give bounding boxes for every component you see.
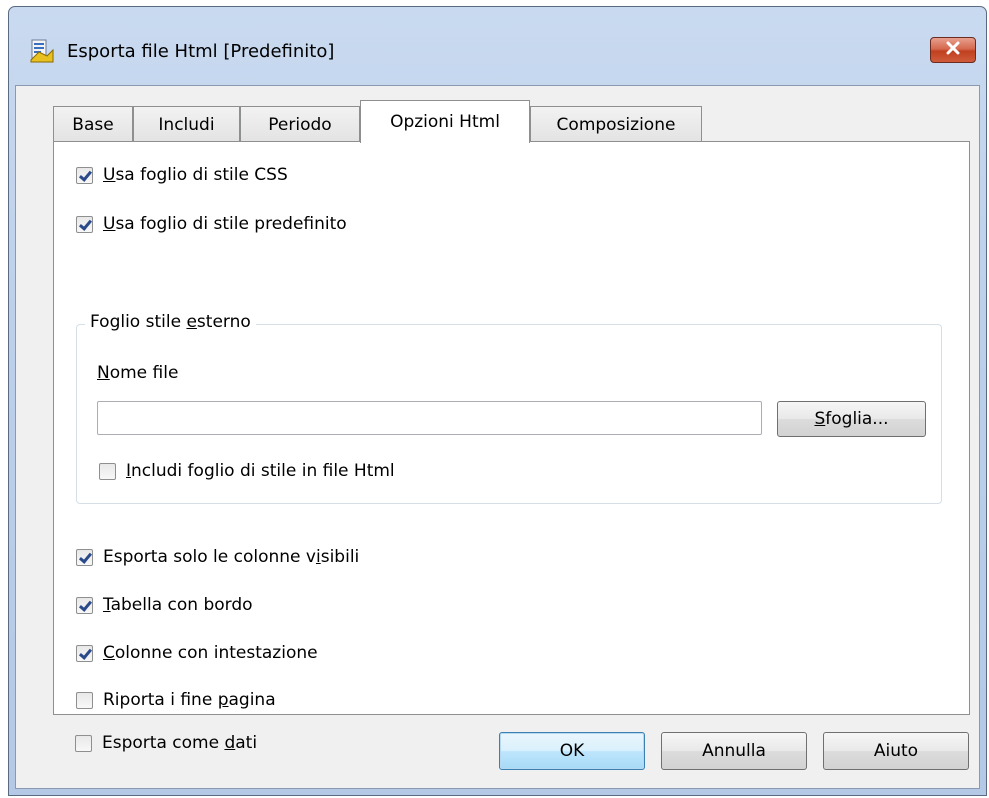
tab-composizione[interactable]: Composizione <box>530 106 702 142</box>
tab-periodo[interactable]: Periodo <box>240 106 360 142</box>
checkbox-box[interactable] <box>76 548 93 566</box>
cancel-button[interactable]: Annulla <box>661 732 807 770</box>
checkbox-box[interactable] <box>76 691 93 709</box>
checkbox-box[interactable] <box>76 644 93 662</box>
checkbox-label: Esporta solo le colonne visibili <box>103 547 360 567</box>
checkbox-box[interactable] <box>76 596 93 614</box>
checkbox-box[interactable] <box>76 166 93 184</box>
button-label: Annulla <box>702 741 766 761</box>
tab-label: Base <box>72 114 114 135</box>
checkbox-box[interactable] <box>76 215 93 233</box>
checkbox-label: Usa foglio di stile predefinito <box>103 214 347 234</box>
checkbox-label: Colonne con intestazione <box>103 643 318 663</box>
column-headers-checkbox[interactable]: Colonne con intestazione <box>76 643 318 663</box>
export-as-data-checkbox[interactable]: Esporta come dati <box>75 733 257 753</box>
tab-opzioni-html[interactable]: Opzioni Html <box>360 100 530 143</box>
tab-label: Composizione <box>556 114 676 135</box>
ok-button[interactable]: OK <box>499 732 645 770</box>
external-stylesheet-group: Foglio stile esterno Nome file Sfoglia..… <box>76 312 942 504</box>
export-html-icon <box>29 38 55 64</box>
checkbox-box[interactable] <box>75 734 92 752</box>
checkbox-label: Usa foglio di stile CSS <box>103 165 288 185</box>
filename-input[interactable] <box>97 401 762 435</box>
tab-label: Opzioni Html <box>390 112 500 132</box>
visible-columns-checkbox[interactable]: Esporta solo le colonne visibili <box>76 547 359 567</box>
title-bar[interactable]: Esporta file Html [Predefinito] <box>9 7 986 83</box>
tab-label: Periodo <box>268 114 332 135</box>
checkbox-label: Esporta come dati <box>102 733 258 753</box>
close-button[interactable] <box>930 37 976 63</box>
tab-label: Includi <box>158 114 215 135</box>
page-breaks-checkbox[interactable]: Riporta i fine pagina <box>76 690 276 710</box>
window-title: Esporta file Html [Predefinito] <box>67 41 335 62</box>
help-button[interactable]: Aiuto <box>823 732 969 770</box>
dialog-window: Esporta file Html [Predefinito] Base Inc… <box>8 6 987 796</box>
use-css-checkbox[interactable]: Usa foglio di stile CSS <box>76 165 288 185</box>
browse-button[interactable]: Sfoglia... <box>777 401 926 437</box>
checkbox-label: Includi foglio di stile in file Html <box>126 461 395 481</box>
button-label: Aiuto <box>873 741 919 761</box>
checkbox-box[interactable] <box>99 462 116 480</box>
filename-label: Nome file <box>97 363 179 383</box>
tab-base[interactable]: Base <box>53 106 133 142</box>
include-stylesheet-checkbox[interactable]: Includi foglio di stile in file Html <box>99 461 395 481</box>
checkbox-label: Riporta i fine pagina <box>103 690 276 710</box>
checkbox-label: Tabella con bordo <box>103 595 253 615</box>
dialog-body: Base Includi Periodo Opzioni Html Compos… <box>15 85 980 789</box>
tab-panel-opzioni-html: Usa foglio di stile CSS Usa foglio di st… <box>53 141 970 715</box>
button-label: Sfoglia... <box>814 409 889 429</box>
close-icon <box>945 40 961 60</box>
use-default-css-checkbox[interactable]: Usa foglio di stile predefinito <box>76 214 347 234</box>
group-legend: Foglio stile esterno <box>85 312 256 332</box>
tab-includi[interactable]: Includi <box>133 106 240 142</box>
button-label: OK <box>559 741 585 761</box>
table-border-checkbox[interactable]: Tabella con bordo <box>76 595 253 615</box>
